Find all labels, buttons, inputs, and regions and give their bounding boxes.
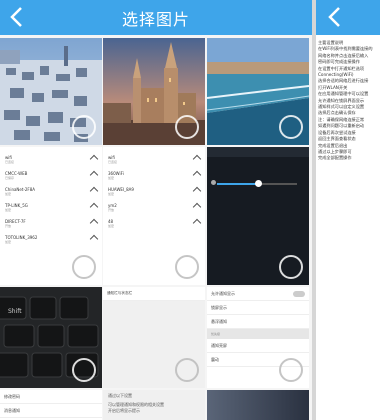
screenshot-thumb-notification-settings[interactable]: 通知栏与状态栏 bbox=[103, 287, 205, 388]
wifi-icon bbox=[89, 186, 99, 196]
list-item: DIRECT-7F 开放 bbox=[5, 215, 99, 231]
list-item: CMCC-WEB 已保存 bbox=[5, 167, 99, 183]
doc-line: 开启后将显示提示 bbox=[108, 408, 140, 413]
settings-title: 通知栏与状态栏 bbox=[103, 287, 205, 301]
image-picker-panel: 选择图片 wifi 已连接 CMCC-WEB 已保存 ChinaNet-2F8A… bbox=[0, 0, 312, 420]
list-item: wifi 已连接 bbox=[108, 151, 202, 167]
list-item: 消息通知 bbox=[0, 404, 102, 418]
select-circle[interactable] bbox=[175, 255, 199, 279]
doc-line: 通过以下设置 bbox=[108, 393, 132, 398]
section-header: 优先级 bbox=[207, 329, 309, 339]
screenshot-thumb-dark-brightness[interactable] bbox=[207, 147, 309, 285]
list-item: TOTOLINK_3962 加密 bbox=[5, 231, 99, 247]
select-circle[interactable] bbox=[175, 358, 199, 382]
list-item: 锁屏显示 bbox=[207, 301, 309, 315]
wifi-name: HUAWEI_8A9 bbox=[108, 186, 134, 192]
wifi-status: 加密 bbox=[5, 191, 12, 196]
list-item: HUAWEI_8A9 加密 bbox=[108, 183, 202, 199]
side-panel: 主要设置说明 在WiFi列表中找到需要连接的 网络名称并点击连接后输入 密码即可… bbox=[316, 0, 380, 420]
text-line: 完成全部配置操作 bbox=[318, 155, 352, 161]
back-button[interactable] bbox=[4, 4, 30, 30]
list-item: TP-LINK_5G 加密 bbox=[5, 199, 99, 215]
wifi-name: ChinaNet-2F8A bbox=[5, 186, 36, 192]
photo-thumb-cathedral[interactable] bbox=[103, 38, 205, 145]
screenshot-thumb-text-doc[interactable]: 通过以下设置 可以管理通知和权限的相关设置 开启后将显示提示 bbox=[103, 390, 205, 420]
select-circle[interactable] bbox=[279, 255, 303, 279]
screenshot-thumb-settings-menu[interactable]: 修改密码 消息通知 bbox=[0, 390, 102, 420]
side-title-bar bbox=[316, 0, 380, 35]
wifi-status: 开放 bbox=[108, 207, 115, 212]
photo-thumb-snow-town[interactable] bbox=[0, 38, 102, 145]
screenshot-thumb-wifi-list-2[interactable]: wifi 已连接 360WiFi 加密 HUAWEI_8A9 加密 ym2 开放 48 加… bbox=[103, 147, 205, 285]
key-label: Shift bbox=[8, 308, 22, 315]
image-grid: wifi 已连接 CMCC-WEB 已保存 ChinaNet-2F8A 加密 TP-L… bbox=[0, 38, 312, 420]
brightness-fill bbox=[217, 183, 259, 185]
wifi-icon bbox=[192, 186, 202, 196]
side-back-button[interactable] bbox=[322, 4, 348, 30]
wifi-status: 已连接 bbox=[108, 159, 118, 164]
title-bar: 选择图片 bbox=[0, 0, 312, 35]
sun-icon bbox=[211, 180, 216, 185]
wifi-icon bbox=[89, 218, 99, 228]
status-strip bbox=[207, 147, 309, 157]
select-circle[interactable] bbox=[72, 115, 96, 139]
wifi-name: DIRECT-7F bbox=[5, 218, 26, 224]
list-item: wifi 已连接 bbox=[5, 151, 99, 167]
screenshot-thumb-wifi-list[interactable]: wifi 已连接 CMCC-WEB 已保存 ChinaNet-2F8A 加密 TP-L… bbox=[0, 147, 102, 285]
wifi-name: TOTOLINK_3962 bbox=[5, 234, 38, 240]
select-circle[interactable] bbox=[72, 255, 96, 279]
chevron-left-icon bbox=[10, 7, 22, 27]
list-item: 通知亮屏 bbox=[207, 339, 309, 353]
list-item: ChinaNet-2F8A 加密 bbox=[5, 183, 99, 199]
select-circle[interactable] bbox=[279, 358, 303, 382]
select-circle[interactable] bbox=[279, 115, 303, 139]
wifi-icon bbox=[192, 170, 202, 180]
list-item: 悬浮通知 bbox=[207, 315, 309, 329]
wifi-status: 开放 bbox=[5, 223, 12, 228]
wifi-icon bbox=[192, 154, 202, 164]
setting-label: 允许通知显示 bbox=[211, 290, 235, 296]
wifi-name: 360WiFi bbox=[108, 170, 124, 176]
toggle-switch bbox=[293, 290, 305, 297]
wifi-icon bbox=[89, 154, 99, 164]
wifi-status: 加密 bbox=[5, 207, 12, 212]
wifi-icon bbox=[192, 202, 202, 212]
wifi-name: ym2 bbox=[108, 202, 117, 208]
wifi-status: 已连接 bbox=[5, 159, 15, 164]
wifi-status: 加密 bbox=[108, 175, 115, 180]
wifi-icon bbox=[192, 218, 202, 228]
photo-thumb-keyboard[interactable]: Shift bbox=[0, 287, 102, 388]
list-item: ym2 开放 bbox=[108, 199, 202, 215]
select-circle[interactable] bbox=[72, 358, 96, 382]
list-item: 360WiFi 加密 bbox=[108, 167, 202, 183]
wifi-icon bbox=[89, 202, 99, 212]
select-circle[interactable] bbox=[175, 115, 199, 139]
photo-thumb-beach[interactable] bbox=[207, 38, 309, 145]
wifi-name: CMCC-WEB bbox=[5, 170, 28, 176]
wifi-status: 已保存 bbox=[5, 175, 15, 180]
list-item: 修改密码 bbox=[0, 390, 102, 404]
photo-thumb-partial[interactable] bbox=[207, 390, 309, 420]
screenshot-thumb-app-notification[interactable]: 允许通知显示 锁屏显示 悬浮通知 优先级 通知亮屏 震动 bbox=[207, 287, 309, 388]
chevron-left-icon bbox=[328, 7, 340, 27]
wifi-status: 加密 bbox=[108, 223, 115, 228]
wifi-status: 加密 bbox=[5, 239, 12, 244]
side-text-content: 主要设置说明 在WiFi列表中找到需要连接的 网络名称并点击连接后输入 密码即可… bbox=[318, 40, 380, 162]
wifi-status: 加密 bbox=[108, 191, 115, 196]
page-title: 选择图片 bbox=[121, 9, 190, 29]
wifi-icon bbox=[89, 234, 99, 244]
brightness-slider-handle bbox=[255, 180, 262, 187]
wifi-name: TP-LINK_5G bbox=[5, 202, 28, 208]
list-item: 允许通知显示 bbox=[207, 287, 309, 301]
partial-image bbox=[207, 390, 309, 420]
list-item: 48 加密 bbox=[108, 215, 202, 231]
wifi-icon bbox=[89, 170, 99, 180]
text-line: 在WiFi列表中找到需要连接的 bbox=[318, 46, 373, 52]
